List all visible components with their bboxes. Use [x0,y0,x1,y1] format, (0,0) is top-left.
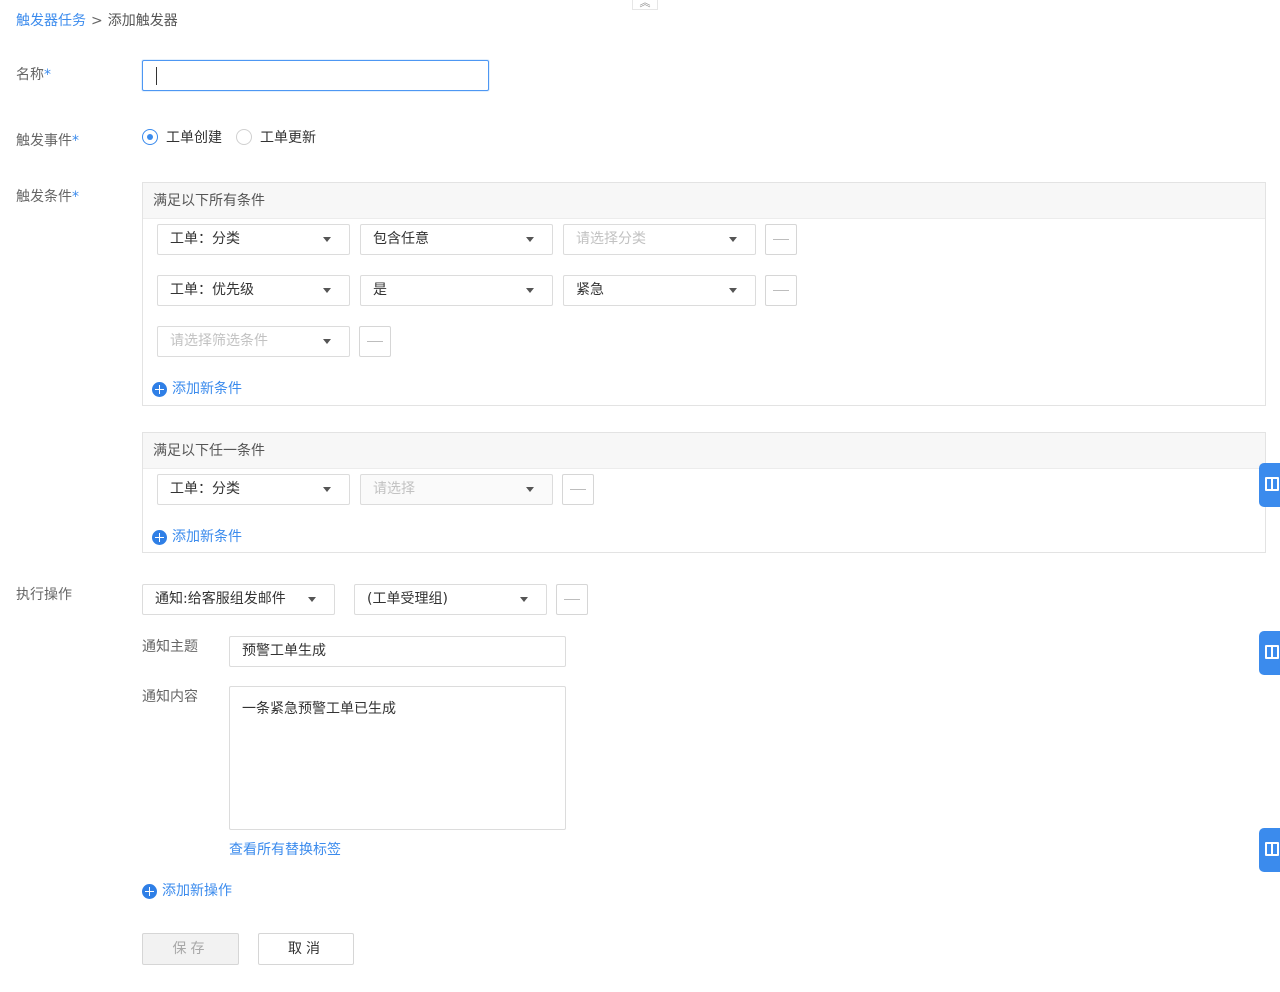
caret-down-icon [526,288,534,293]
minus-icon [773,239,789,240]
save-button[interactable]: 保存 [142,933,239,965]
condition-operator-select[interactable]: 请选择 [360,474,553,505]
all-conditions-body: 工单：分类 包含任意 请选择分类 工单：优先级 是 紧急 请选择筛选条件 添加新… [143,219,1265,405]
all-conditions-panel: 满足以下所有条件 工单：分类 包含任意 请选择分类 工单：优先级 是 紧急 请选… [142,182,1266,406]
caret-down-icon [308,597,316,602]
select-value: 包含任意 [373,231,429,247]
name-label-text: 名称 [16,67,44,83]
side-help-tab[interactable] [1259,463,1280,507]
book-icon [1265,842,1279,856]
condition-value-select[interactable]: 紧急 [563,275,756,306]
condition-operator-select[interactable]: 包含任意 [360,224,553,255]
select-placeholder: 请选择 [373,481,415,497]
actions-label: 执行操作 [16,587,72,603]
select-placeholder: 请选择筛选条件 [170,333,268,349]
event-label: 触发事件* [16,131,79,151]
action-target-select[interactable]: (工单受理组) [354,584,547,615]
radio-ticket-updated[interactable]: 工单更新 [236,127,316,147]
minus-icon [773,290,789,291]
event-radio-group: 工单创建 工单更新 [142,126,330,148]
required-mark: * [72,133,79,149]
radio-checked-icon [142,129,158,145]
add-action-label: 添加新操作 [162,883,232,899]
all-conditions-header: 满足以下所有条件 [143,183,1265,219]
select-value: 工单：分类 [170,481,240,497]
radio-label: 工单创建 [166,130,222,146]
caret-down-icon [729,237,737,242]
action-type-select[interactable]: 通知:给客服组发邮件 [142,584,335,615]
caret-down-icon [323,237,331,242]
double-chevron-up-icon: ︽ [639,0,651,9]
select-value: 通知:给客服组发邮件 [155,591,286,607]
any-conditions-body: 工单：分类 请选择 添加新条件 [143,469,1265,552]
add-condition-all-link[interactable]: 添加新条件 [152,380,242,398]
breadcrumb-link-trigger-tasks[interactable]: 触发器任务 [16,13,86,29]
caret-down-icon [526,237,534,242]
subject-input[interactable]: 预警工单生成 [229,636,566,667]
required-mark: * [44,67,51,83]
breadcrumb-separator: > [91,13,103,29]
name-input[interactable] [142,60,489,91]
content-textarea[interactable]: 一条紧急预警工单已生成 [229,686,566,830]
radio-label: 工单更新 [260,130,316,146]
condition-field-select[interactable]: 工单：分类 [157,224,350,255]
condition-operator-select[interactable]: 是 [360,275,553,306]
text-caret [156,67,157,85]
select-value: 紧急 [576,282,604,298]
minus-icon [564,599,580,600]
add-action-link[interactable]: 添加新操作 [142,882,232,900]
add-condition-any-link[interactable]: 添加新条件 [152,528,242,546]
caret-down-icon [323,487,331,492]
conditions-label-text: 触发条件 [16,189,72,205]
condition-field-select[interactable]: 工单：优先级 [157,275,350,306]
condition-field-select[interactable]: 请选择筛选条件 [157,326,350,357]
caret-down-icon [323,339,331,344]
condition-value-select[interactable]: 请选择分类 [563,224,756,255]
collapse-top-button[interactable]: ︽ [632,0,658,10]
cancel-button[interactable]: 取消 [258,933,354,965]
breadcrumb: 触发器任务 > 添加触发器 [16,11,178,31]
any-conditions-header: 满足以下任一条件 [143,433,1265,469]
add-condition-label: 添加新条件 [172,381,242,397]
caret-down-icon [526,487,534,492]
book-icon [1265,477,1279,491]
required-mark: * [72,189,79,205]
select-placeholder: 请选择分类 [576,231,646,247]
plus-circle-icon [152,381,167,397]
side-help-tab[interactable] [1259,631,1280,675]
select-value: 是 [373,282,387,298]
select-value: (工单受理组) [367,591,448,607]
name-label: 名称* [16,65,51,85]
radio-ticket-created[interactable]: 工单创建 [142,127,222,147]
content-label: 通知内容 [142,689,198,705]
select-value: 工单：分类 [170,231,240,247]
subject-label: 通知主题 [142,639,198,655]
breadcrumb-current: 添加触发器 [107,13,178,29]
remove-condition-button[interactable] [765,275,797,306]
minus-icon [367,341,383,342]
side-help-tab[interactable] [1259,828,1280,872]
conditions-label: 触发条件* [16,187,79,207]
plus-circle-icon [142,883,157,899]
plus-circle-icon [152,529,167,545]
any-conditions-panel: 满足以下任一条件 工单：分类 请选择 添加新条件 [142,432,1266,553]
book-icon [1265,645,1279,659]
remove-condition-button[interactable] [562,474,594,505]
caret-down-icon [520,597,528,602]
remove-condition-button[interactable] [765,224,797,255]
remove-condition-button[interactable] [359,326,391,357]
caret-down-icon [323,288,331,293]
radio-unchecked-icon [236,129,252,145]
minus-icon [570,489,586,490]
add-condition-label: 添加新条件 [172,529,242,545]
condition-field-select[interactable]: 工单：分类 [157,474,350,505]
caret-down-icon [729,288,737,293]
select-value: 工单：优先级 [170,282,254,298]
event-label-text: 触发事件 [16,133,72,149]
view-replace-tags-link[interactable]: 查看所有替换标签 [229,840,341,860]
remove-action-button[interactable] [556,584,588,615]
